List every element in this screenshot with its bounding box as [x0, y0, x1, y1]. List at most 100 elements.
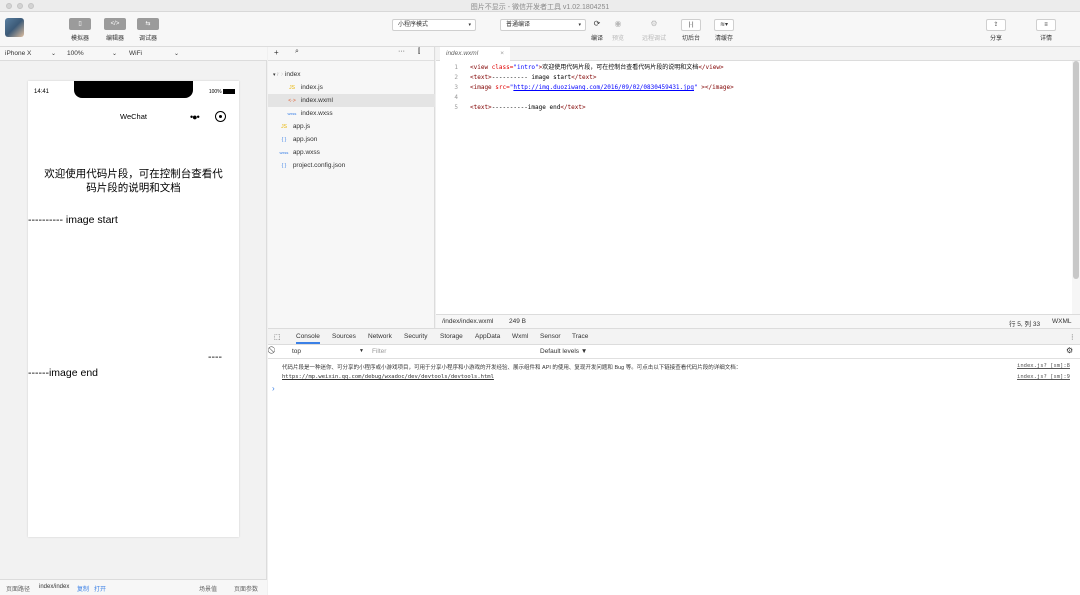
editor-scrollbar[interactable]	[1072, 61, 1080, 314]
select-arrow-icon: ▾	[578, 22, 581, 28]
tab-wxml[interactable]: Wxml	[512, 333, 528, 340]
code-attr: class=	[491, 64, 514, 71]
line-number: 2	[454, 74, 458, 81]
more-vert-icon[interactable]: ⋮	[1069, 333, 1076, 341]
code-line: 3 <image src="http://img.duoziwang.com/20…	[436, 83, 733, 93]
remote-debug-button[interactable]: ⚙ 远程调试	[640, 18, 668, 46]
console-filter-input[interactable]: Filter	[372, 348, 532, 355]
collapse-panel-icon[interactable]: ⫿	[418, 48, 420, 56]
image-start-text: ---------- image start	[28, 214, 118, 226]
chevron-down-icon: ⌄	[174, 51, 180, 57]
tab-console[interactable]: Console	[296, 333, 320, 344]
log-levels-select[interactable]: Default levels ▼	[540, 348, 587, 355]
file-tree-header: + ⌕ ··· ⫿	[268, 47, 434, 61]
intro-text: 欢迎使用代码片段，可在控制台查看代码片段的说明和文档	[44, 168, 223, 194]
device-bar: iPhone X ⌄ 100% ⌄ WiFi ⌄	[0, 47, 267, 61]
file-index-js[interactable]: JS index.js	[268, 81, 435, 94]
phone-screen[interactable]: 14:41 100% WeChat •●• 欢迎使用代码片段，可在控制台查看代码…	[28, 81, 239, 537]
editor-tab-index-wxml[interactable]: index.wxml ×	[440, 47, 510, 61]
line-number: 1	[454, 64, 458, 71]
page-params-button[interactable]: 页面参数	[234, 584, 258, 593]
folder-index[interactable]: ▾ 🗁 index	[268, 68, 435, 81]
user-avatar[interactable]	[5, 18, 24, 37]
console-source-link[interactable]: index.js? [sm]:8	[1017, 363, 1070, 369]
status-language: WXML	[1052, 318, 1072, 325]
code-icon: </>	[104, 18, 126, 30]
preview-label: 预览	[611, 36, 624, 42]
context-select[interactable]: top ▼	[292, 348, 366, 355]
battery-icon	[223, 89, 235, 95]
debugger-toggle-button[interactable]: ⇆ 调试器	[136, 18, 160, 46]
share-button[interactable]: ⇪ 分享	[982, 18, 1010, 46]
line-number: 3	[454, 84, 458, 91]
device-select[interactable]: iPhone X ⌄	[5, 49, 60, 59]
code-line: 1 <view class="intro">欢迎使用代码片段，可在控制台查看代码片…	[436, 63, 723, 73]
code-link[interactable]: http://img.duoziwang.com/2016/09/02/0830…	[513, 84, 694, 91]
more-dots-icon[interactable]: •●•	[190, 112, 200, 122]
tab-storage[interactable]: Storage	[440, 333, 463, 340]
tab-appdata[interactable]: AppData	[475, 333, 500, 340]
zoom-value: 100%	[67, 50, 84, 57]
more-icon[interactable]: ···	[398, 48, 405, 55]
code-tag: <text>	[470, 104, 492, 111]
open-path-link[interactable]: 打开	[94, 584, 106, 593]
inspect-element-icon[interactable]: ⬚	[274, 333, 281, 341]
status-file-size: 249 B	[509, 318, 526, 325]
copy-path-link[interactable]: 复制	[77, 584, 89, 593]
simulator-toggle-button[interactable]: ▯ 模拟器	[68, 18, 92, 46]
detail-button[interactable]: ≡ 详情	[1032, 18, 1060, 46]
code-line: 2 <text>---------- image start</text>	[436, 73, 596, 83]
search-icon[interactable]: ⌕	[295, 48, 299, 56]
editor-label: 编辑器	[105, 36, 124, 42]
line-number: 5	[454, 104, 458, 111]
mode-select[interactable]: 小程序模式 ▾	[392, 19, 476, 31]
console-message: 代码片段是一种迷你、可分享的小程序或小游戏项目，可用于分享小程序和小游戏的开发经…	[282, 365, 742, 371]
code-line: 5 <text>----------image end</text>	[436, 103, 585, 113]
console-prompt[interactable]: ›	[272, 384, 275, 393]
tab-sensor[interactable]: Sensor	[540, 333, 561, 340]
tab-sources[interactable]: Sources	[332, 333, 356, 340]
file-name: index.wxml	[300, 97, 333, 104]
file-app-js[interactable]: JS app.js	[268, 120, 435, 133]
console-doc-link[interactable]: https://mp.weixin.qq.com/debug/wxadoc/de…	[282, 374, 494, 380]
tab-security[interactable]: Security	[404, 333, 427, 340]
background-button[interactable]: |·| 切后台	[677, 18, 705, 46]
window-title: 图片不显示 - 微信开发者工具 v1.02.1804251	[470, 4, 610, 11]
switch-background-icon: |·|	[681, 19, 701, 31]
file-tree-panel: + ⌕ ··· ⫿ ▾ 🗁 index JS index.js <·> inde…	[268, 47, 435, 328]
code-editor[interactable]: 1 <view class="intro">欢迎使用代码片段，可在控制台查看代码片…	[436, 61, 1080, 314]
clear-cache-button[interactable]: ≋▾ 清缓存	[710, 18, 738, 46]
eye-icon: ◉	[614, 19, 622, 28]
close-tab-icon[interactable]: ×	[500, 47, 504, 61]
file-name: app.json	[292, 136, 318, 143]
device-value: iPhone X	[5, 50, 32, 57]
file-app-wxss[interactable]: wxss app.wxss	[268, 146, 435, 159]
clear-cache-label: 清缓存	[714, 36, 733, 42]
tab-trace[interactable]: Trace	[572, 333, 588, 340]
file-name: index	[284, 71, 301, 78]
file-project-config[interactable]: { } project.config.json	[268, 159, 435, 172]
mode-select-value: 小程序模式	[398, 22, 429, 28]
add-file-icon[interactable]: +	[274, 48, 279, 57]
console-source-link[interactable]: index.js? [sm]:9	[1017, 374, 1070, 380]
file-app-json[interactable]: { } app.json	[268, 133, 435, 146]
editor-tab-bar: index.wxml ×	[436, 47, 1080, 61]
debugger-label: 调试器	[138, 36, 157, 42]
tab-network[interactable]: Network	[368, 333, 392, 340]
preview-button[interactable]: ◉ 预览	[604, 18, 632, 46]
editor-status-bar: /index/index.wxml 249 B 行 5, 列 33 WXML	[436, 314, 1080, 328]
gear-icon[interactable]: ⚙	[1066, 346, 1073, 355]
code-text: 欢迎使用代码片段，可在控制台查看代码片段的说明和文档	[542, 64, 699, 71]
editor-scrollbar-thumb[interactable]	[1073, 61, 1079, 279]
zoom-select[interactable]: 100% ⌄	[67, 49, 122, 59]
file-index-wxml[interactable]: <·> index.wxml	[268, 94, 435, 107]
compile-select[interactable]: 普通编译 ▾	[500, 19, 586, 31]
status-battery: 100%	[209, 89, 235, 95]
close-capsule-icon[interactable]	[215, 111, 226, 122]
editor-toggle-button[interactable]: </> 编辑器	[103, 18, 127, 46]
file-index-wxss[interactable]: wxss index.wxss	[268, 107, 435, 120]
page-path-bar: 页面路径 index/index 复制 打开 场景值 页面参数	[0, 579, 267, 595]
network-select[interactable]: WiFi ⌄	[129, 49, 184, 59]
scene-value-button[interactable]: 场景值	[199, 584, 217, 593]
file-name: project.config.json	[292, 162, 346, 169]
